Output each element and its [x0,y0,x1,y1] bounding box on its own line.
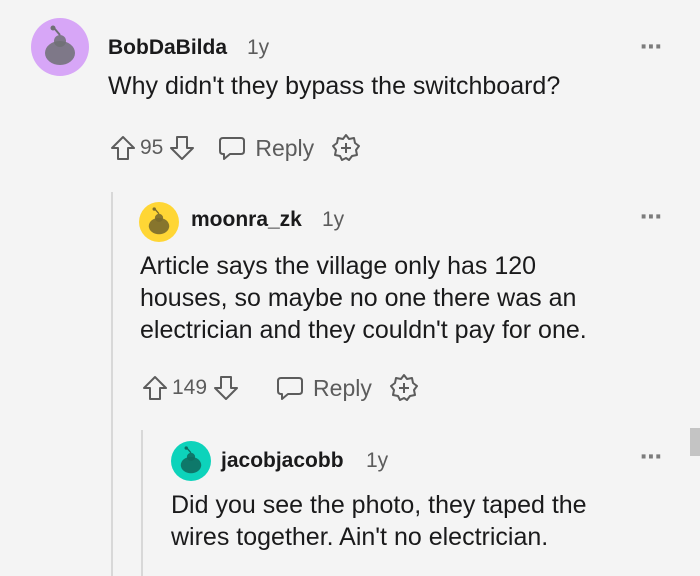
vote-control: 95 [110,134,195,162]
comment-username[interactable]: jacobjacobb [221,449,344,473]
award-icon [389,374,418,401]
comment-body: Why didn't they bypass the switchboard? [108,72,561,100]
comment-body-line: houses, so maybe no one there was an [140,284,577,312]
vote-count: 149 [172,376,208,399]
upvote-icon[interactable] [142,374,168,402]
comment-username[interactable]: moonra_zk [191,208,302,232]
snoo-icon [148,207,170,235]
upvote-icon[interactable] [110,134,136,162]
avatar[interactable] [139,202,179,242]
comment-age: 1y [247,36,270,59]
thread-line-2[interactable] [141,430,143,576]
comment-body-line: Article says the village only has 120 [140,252,537,280]
comment-username[interactable]: BobDaBilda [108,36,227,60]
thread-line-1[interactable] [111,192,113,576]
reply-button[interactable]: Reply [275,374,372,402]
more-options-icon[interactable]: ⋯ [640,446,663,468]
downvote-icon[interactable] [169,134,195,162]
comment-actions: 149 Reply [142,368,420,408]
comment-age: 1y [366,449,389,472]
comment-bubble-icon [219,137,246,160]
reply-label: Reply [255,134,315,161]
comment-body: Article says the village only has 120 ho… [140,250,587,346]
more-options-icon[interactable]: ⋯ [640,36,663,58]
snoo-icon [45,25,75,65]
vote-count: 95 [140,136,164,159]
comment-body: Did you see the photo, they taped the wi… [171,489,587,553]
more-options-icon[interactable]: ⋯ [640,206,663,228]
avatar[interactable] [31,18,89,76]
reply-button[interactable]: Reply [217,134,314,162]
reply-label: Reply [313,374,372,401]
comment-age: 1y [322,208,345,231]
downvote-icon[interactable] [213,374,239,402]
award-icon [332,134,361,161]
comment-actions: 95 Reply [110,128,362,168]
comment-body-line: electrician and they couldn't pay for on… [140,316,587,344]
snoo-icon [180,446,202,474]
award-button[interactable] [330,132,362,164]
award-button[interactable] [388,372,420,404]
comment-bubble-icon [277,377,304,400]
avatar[interactable] [171,441,211,481]
comment-body-line: wires together. Ain't no electrician. [171,523,549,551]
vote-control: 149 [142,374,239,402]
comment-body-line: Did you see the photo, they taped the [171,491,587,519]
scrollbar-thumb[interactable] [690,428,700,456]
